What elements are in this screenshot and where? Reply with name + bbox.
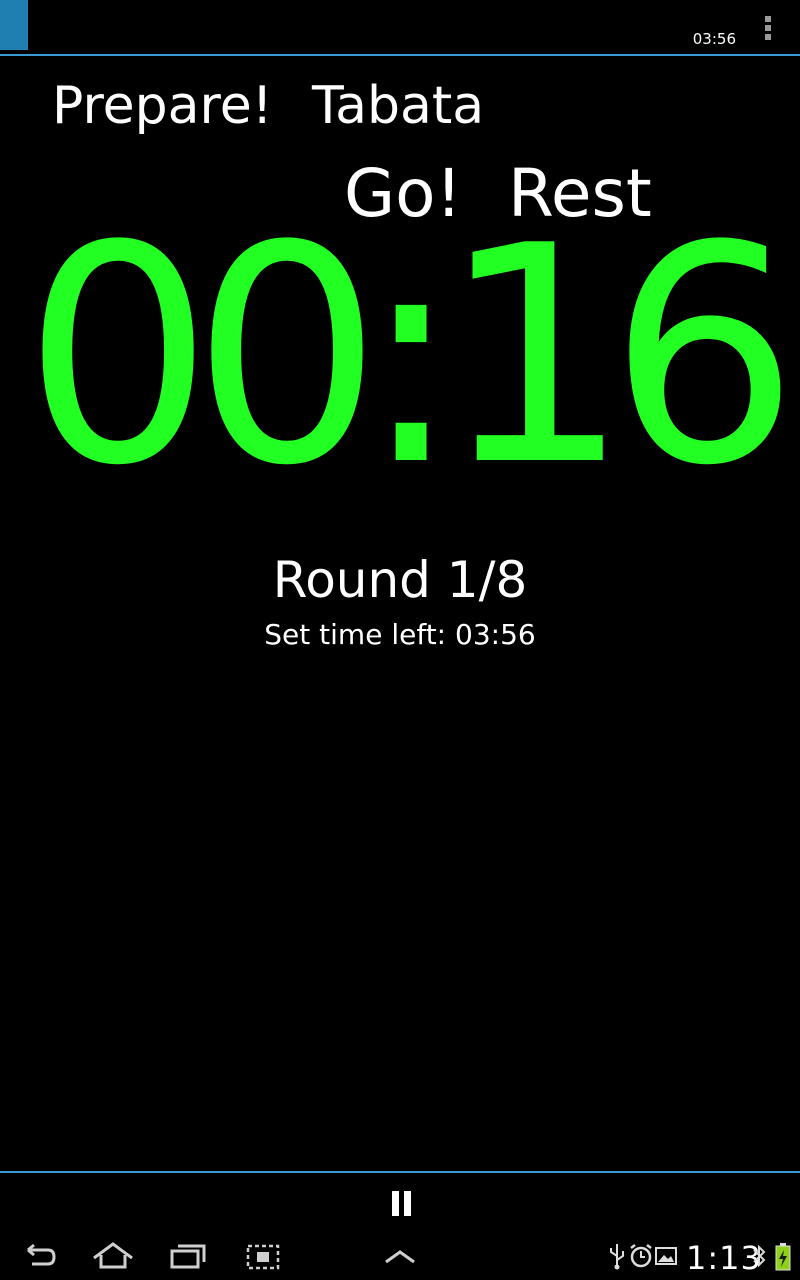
usb-icon <box>608 1242 626 1274</box>
screenshot-icon[interactable] <box>244 1234 282 1280</box>
action-bar-time: 03:56 <box>692 30 736 48</box>
countdown-timer: 00:16 <box>22 182 800 531</box>
pause-button[interactable] <box>370 1180 430 1228</box>
system-clock: 1:13 <box>686 1239 762 1277</box>
action-bar-divider <box>0 54 800 56</box>
action-bar: 03:56 <box>0 0 800 54</box>
back-icon[interactable] <box>18 1234 62 1280</box>
app-icon[interactable] <box>0 0 28 50</box>
menu-up-icon[interactable] <box>380 1234 420 1280</box>
gallery-icon <box>654 1242 678 1274</box>
phase-prepare-label: Prepare! <box>52 76 273 136</box>
round-counter: Round 1/8 <box>272 551 528 609</box>
set-time-left: Set time left: 03:56 <box>264 618 536 651</box>
battery-icon <box>774 1242 792 1276</box>
bluetooth-icon <box>752 1242 766 1274</box>
home-icon[interactable] <box>90 1234 136 1280</box>
alarm-icon <box>628 1242 654 1274</box>
system-navigation-bar: 1:13 <box>0 1234 800 1280</box>
overflow-menu-icon[interactable] <box>760 14 776 42</box>
tabata-timer-screen: 03:56 Prepare! Tabata Go! Rest 00:16 Rou… <box>0 0 800 1280</box>
phase-tabata-label: Tabata <box>312 76 485 136</box>
controls-divider <box>0 1171 800 1173</box>
recent-apps-icon[interactable] <box>168 1234 208 1280</box>
